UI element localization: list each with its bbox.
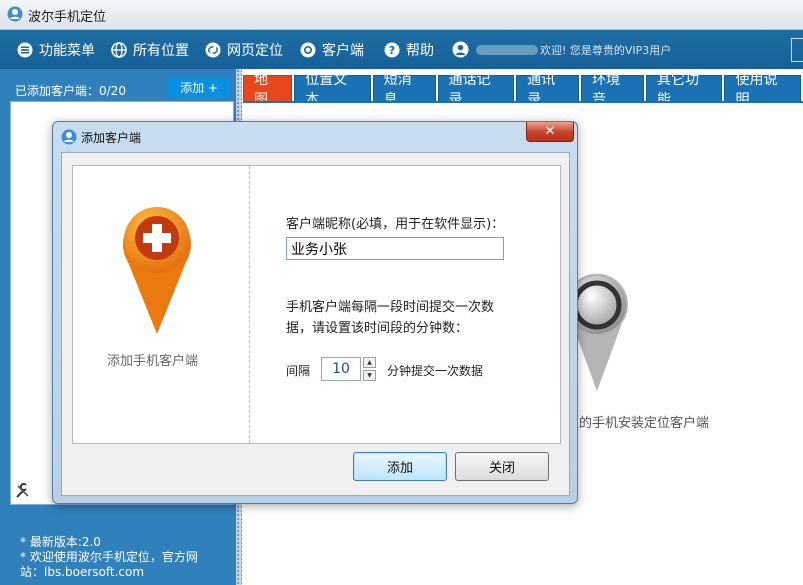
stepper-up-icon[interactable]: ▲	[363, 357, 376, 368]
dialog-panel: 添加手机客户端 客户端昵称(必填，用于在软件显示)： 手机客户端每隔一段时间提交…	[72, 165, 561, 444]
globe-icon	[111, 41, 127, 58]
menu-all-locations-label: 所有位置	[133, 42, 189, 59]
add-pin-icon	[123, 207, 191, 334]
tab-call-log[interactable]: 通话记录	[437, 72, 515, 108]
app-titlebar: 波尔手机定位	[0, 0, 803, 30]
tab-contacts[interactable]: 通讯录	[516, 72, 580, 108]
install-hint-text: 位的手机安装定位客户端	[566, 416, 710, 431]
add-client-dialog: 添加客户端 ✕ 添加手机客户端 客户端昵称(必填，用于在软件显示)： 手机客户端…	[52, 121, 578, 504]
app-logo-icon	[7, 6, 23, 22]
menu-help[interactable]: ? 帮助	[384, 30, 434, 69]
menu-web-locate-label: 网页定位	[227, 42, 283, 59]
tab-ambient-sound[interactable]: 环境音	[581, 72, 644, 108]
tools-icon[interactable]	[14, 482, 32, 500]
footer-line: * 最新版本:2.0	[20, 535, 101, 549]
interval-stepper: ▲ ▼	[363, 357, 376, 381]
interval-description: 手机客户端每隔一段时间提交一次数 据，请设置该时间段的分钟数：	[286, 297, 526, 339]
close-button[interactable]: 关闭	[455, 452, 549, 481]
welcome-text: 欢迎! 您是尊贵的VIP3用户	[540, 44, 672, 57]
tab-map[interactable]: 地图	[243, 72, 293, 108]
menu-help-label: 帮助	[406, 42, 434, 59]
menu-all-locations[interactable]: 所有位置	[111, 30, 189, 69]
menu-client-label: 客户端	[322, 42, 364, 59]
menu-functions-label: 功能菜单	[39, 42, 95, 59]
nickname-input[interactable]	[286, 237, 504, 260]
tab-sms[interactable]: 短消息	[372, 72, 436, 108]
user-icon	[452, 41, 469, 58]
tab-location-text[interactable]: 位置文本	[294, 72, 371, 108]
interval-description-line: 据，请设置该时间段的分钟数：	[286, 321, 469, 336]
dialog-title: 添加客户端	[81, 131, 142, 145]
list-icon	[17, 42, 33, 57]
footer-line: * 欢迎使用波尔手机定位，官方网	[20, 550, 198, 564]
stepper-down-icon[interactable]: ▼	[363, 370, 376, 381]
menu-functions[interactable]: 功能菜单	[17, 30, 95, 69]
interval-suffix: 分钟提交一次数据	[387, 364, 484, 378]
add-button[interactable]: 添加	[353, 452, 447, 481]
dialog-logo-icon	[61, 129, 77, 145]
interval-input[interactable]	[321, 357, 361, 381]
menu-web-locate[interactable]: 网页定位	[205, 30, 283, 69]
client-count: 已添加客户端：0/20	[15, 84, 126, 98]
add-client-button[interactable]: 添加 +	[168, 77, 230, 98]
tab-instructions[interactable]: 使用说明	[724, 72, 801, 108]
dialog-divider	[249, 166, 250, 443]
help-icon: ?	[384, 42, 400, 57]
interval-description-line: 手机客户端每隔一段时间提交一次数	[286, 300, 495, 315]
username-redacted	[476, 45, 538, 55]
tab-bar: 地图 位置文本 短消息 通话记录 通讯录 环境音 其它功能 使用说明	[243, 72, 803, 108]
dialog-close-button[interactable]: ✕	[526, 122, 574, 142]
window-edge-frame	[791, 38, 803, 62]
interval-label: 间隔	[286, 364, 311, 378]
dialog-body: 添加手机客户端 客户端昵称(必填，用于在软件显示)： 手机客户端每隔一段时间提交…	[61, 152, 570, 496]
menubar: 功能菜单 所有位置 网页定位 客户端 ? 帮助 欢迎! 您是尊贵的VIP3用户	[0, 30, 803, 69]
app-title: 波尔手机定位	[28, 10, 107, 25]
footer-line: 站：lbs.boersoft.com	[20, 565, 145, 579]
menu-client[interactable]: 客户端	[300, 30, 364, 69]
add-phone-client-label: 添加手机客户端	[107, 354, 199, 369]
tab-other-functions[interactable]: 其它功能	[645, 72, 723, 108]
camera-icon	[300, 42, 316, 57]
sidebar-footer: * 最新版本:2.0 * 欢迎使用波尔手机定位，官方网 站：lbs.boerso…	[20, 535, 230, 580]
svg-text:?: ?	[389, 44, 395, 57]
link-icon	[205, 42, 221, 57]
nickname-label: 客户端昵称(必填，用于在软件显示)：	[286, 217, 505, 232]
